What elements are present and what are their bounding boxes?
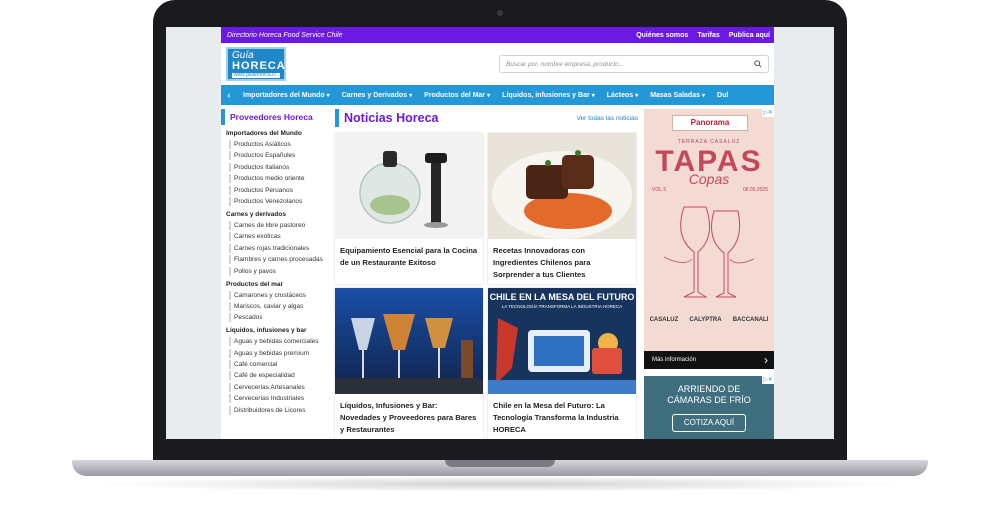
news-card-title[interactable]: Equipamiento Esencial para la Cocina de … (335, 239, 483, 269)
chevron-right-icon: › (764, 353, 768, 367)
link-tarifas[interactable]: Tarifas (697, 32, 719, 39)
sponsor-logo: BACCANALI (732, 317, 769, 323)
news-card-title[interactable]: Chile en la Mesa del Futuro: La Tecnolog… (488, 394, 636, 435)
sidebar-link[interactable]: Aguas y bebidas premium (229, 348, 329, 358)
nav-masas-saladas[interactable]: Masas Saladas ▾ (644, 92, 711, 99)
sidebar: Proveedores Horeca Importadores del Mund… (221, 109, 329, 439)
news-title: Noticias Horeca (344, 111, 439, 125)
sidebar-group[interactable]: Productos del mar (226, 281, 329, 288)
ad-badge: Panorama (672, 115, 748, 131)
sidebar-link[interactable]: Cervecerías Industriales (229, 394, 329, 404)
sidebar-link[interactable]: Productos Italianos (229, 162, 329, 172)
sidebar-title: Proveedores Horeca (221, 109, 329, 125)
ad-headline: ARRIENDO DE CÁMARAS DE FRÍO (667, 384, 751, 406)
sidebar-link[interactable]: Fiambres y carnes procesadas (229, 255, 329, 265)
sidebar-group[interactable]: Importadores del Mundo (226, 130, 329, 137)
page-content: Proveedores Horeca Importadores del Mund… (221, 109, 774, 439)
sidebar-link[interactable]: Aguas y bebidas comerciales (229, 337, 329, 347)
news-card[interactable]: Equipamiento Esencial para la Cocina de … (335, 133, 483, 284)
sidebar-link[interactable]: Pollos y pavos (229, 266, 329, 276)
news-card[interactable]: Líquidos, Infusiones y Bar: Novedades y … (335, 288, 483, 439)
sidebar-link[interactable]: Mariscos, caviar y algas (229, 301, 329, 311)
nav-dulces[interactable]: Dul (711, 92, 734, 99)
chevron-left-icon[interactable]: ‹ (221, 90, 237, 100)
search-input[interactable]: Buscar por, nombre empresa, producto... (499, 55, 769, 73)
news-card-title[interactable]: Líquidos, Infusiones y Bar: Novedades y … (335, 394, 483, 435)
news-image[interactable] (335, 288, 483, 394)
ad-choices-icon[interactable]: ▷✕ (762, 376, 774, 384)
ad-choices-icon[interactable]: ▷✕ (762, 109, 774, 117)
site-logo[interactable]: Guía HORECA www.guiahoreca.cl (226, 47, 286, 81)
nav-productos-mar[interactable]: Productos del Mar ▾ (418, 92, 496, 99)
nav-liquidos[interactable]: Líquidos, infusiones y Bar ▾ (496, 92, 601, 99)
laptop-base-notch (445, 460, 555, 467)
ad-sponsors: CASALUZ CALYPTRA BACCANALI (644, 317, 774, 323)
sidebar-link[interactable]: Carnes rojas tradicionales (229, 243, 329, 253)
laptop-shadow (90, 476, 910, 492)
nav-lacteos[interactable]: Lácteos ▾ (601, 92, 644, 99)
nav-carnes[interactable]: Carnes y Derivados ▾ (336, 92, 418, 99)
sidebar-link[interactable]: Productos Asiáticos (229, 140, 329, 149)
sidebar-link[interactable]: Productos Españoles (229, 151, 329, 161)
laptop-screen: Directorio Horeca Food Service Chile Qui… (166, 27, 834, 439)
ads-column: ▷✕ Panorama TERRAZA CASALUZ TAPAS Copas … (644, 109, 774, 439)
news-image[interactable] (335, 133, 483, 239)
ad-copas-text: Copas (688, 171, 730, 187)
site-tagline: Directorio Horeca Food Service Chile (227, 31, 343, 39)
ad-volume-text: VOL.5 (652, 187, 667, 193)
sponsor-logo: CALYPTRA (689, 317, 722, 323)
nav-importadores[interactable]: Importadores del Mundo ▾ (237, 92, 336, 99)
ad-date-text: 08.05.2025 (742, 187, 768, 193)
sidebar-link[interactable]: Productos Venezolanos (229, 196, 329, 206)
sidebar-link[interactable]: Carnes exóticas (229, 232, 329, 242)
link-publica-aqui[interactable]: Publica aquí (729, 32, 770, 39)
sidebar-link[interactable]: Cervecerías Artesanales (229, 382, 329, 392)
sidebar-link[interactable]: Café de especialidad (229, 371, 329, 381)
sidebar-group[interactable]: Carnes y derivados (226, 211, 329, 218)
sidebar-link[interactable]: Productos medio oriente (229, 174, 329, 184)
ad-more-info-button[interactable]: Más información › (644, 351, 774, 369)
sponsor-logo: CASALUZ (649, 317, 679, 323)
search-icon[interactable] (754, 60, 762, 68)
camera-dot (497, 10, 503, 16)
news-image[interactable] (488, 133, 636, 239)
sidebar-link[interactable]: Café comercial (229, 360, 329, 370)
news-card[interactable]: Recetas Innovadoras con Ingredientes Chi… (488, 133, 636, 284)
sidebar-link[interactable]: Distribuidores de Licores (229, 405, 329, 415)
top-bar: Directorio Horeca Food Service Chile Qui… (221, 27, 774, 43)
news-section: Noticias Horeca Ver todas las noticias E… (335, 109, 638, 439)
see-all-news-link[interactable]: Ver todas las noticias (577, 115, 638, 122)
news-card-title[interactable]: Recetas Innovadoras con Ingredientes Chi… (488, 239, 636, 280)
sidebar-link[interactable]: Productos Peruanos (229, 185, 329, 195)
ad-banner-camaras[interactable]: ▷✕ ARRIENDO DE CÁMARAS DE FRÍO COTIZA AQ… (644, 376, 774, 439)
sidebar-group[interactable]: Líquidos, infusiones y bar (226, 327, 329, 334)
site-header: Guía HORECA www.guiahoreca.cl Buscar por… (221, 43, 774, 85)
news-image[interactable]: CHILE EN LA MESA DEL FUTURO LA TECNOLOGÍ… (488, 288, 636, 394)
category-nav: ‹ Importadores del Mundo ▾ Carnes y Deriv… (221, 85, 774, 105)
news-card[interactable]: CHILE EN LA MESA DEL FUTURO LA TECNOLOGÍ… (488, 288, 636, 439)
news-header: Noticias Horeca Ver todas las noticias (335, 109, 638, 127)
sidebar-link[interactable]: Camarones y crustáceos (229, 290, 329, 300)
sidebar-link[interactable]: Pescados (229, 313, 329, 323)
ad-banner-panorama[interactable]: ▷✕ Panorama TERRAZA CASALUZ TAPAS Copas … (644, 109, 774, 369)
wine-glasses-illustration (663, 206, 755, 298)
ad-cta-button[interactable]: COTIZA AQUÍ (672, 414, 746, 432)
website: Directorio Horeca Food Service Chile Qui… (221, 27, 774, 439)
sidebar-link[interactable]: Carnes de libre pastoreo (229, 220, 329, 230)
search-placeholder: Buscar por, nombre empresa, producto... (506, 60, 625, 68)
link-quienes-somos[interactable]: Quiénes somos (636, 32, 688, 39)
